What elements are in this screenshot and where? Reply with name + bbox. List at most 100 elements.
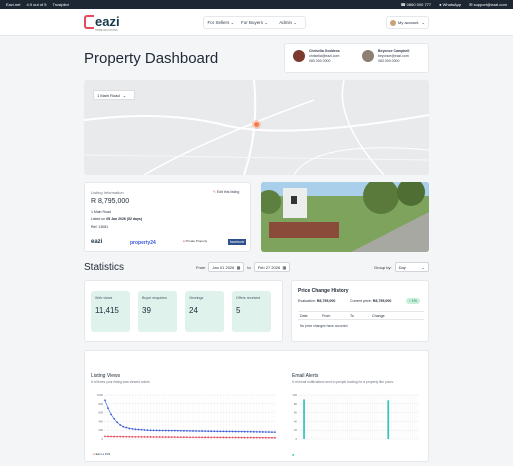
avatar — [390, 19, 396, 26]
data-point — [134, 428, 137, 431]
kpi-offers: Offers received 5 — [232, 291, 271, 332]
chevron-down-icon: ⌄ — [122, 92, 127, 98]
data-point — [152, 436, 155, 438]
data-point — [234, 430, 237, 433]
page-title: Property Dashboard — [84, 50, 219, 67]
agent-2[interactable]: Beyonce Campbell beyonce@eazi.com 083 000 … — [362, 49, 409, 64]
listed-on: Listed on 05 Jan 2026 (52 days) — [91, 217, 143, 221]
trustpilot-link[interactable]: Trustpilot — [52, 2, 68, 7]
legend-eazi-icon: ● — [93, 452, 95, 456]
y-tick-label: 400 — [98, 419, 103, 423]
data-point — [113, 417, 116, 420]
portal-eazi[interactable]: eazi — [91, 239, 102, 245]
eazi-logo[interactable]: eazi HOME SOLUTIONS — [84, 15, 120, 32]
data-point — [186, 429, 188, 432]
logo-subtext: HOME SOLUTIONS — [95, 29, 118, 32]
data-point — [216, 436, 219, 439]
kpi-viewings: Viewings 24 — [185, 291, 224, 332]
data-point — [158, 436, 161, 438]
data-point — [216, 430, 219, 433]
data-point — [192, 436, 194, 439]
bar — [303, 399, 305, 439]
whatsapp-text: WhatsApp — [442, 2, 462, 7]
data-point — [249, 436, 252, 439]
data-point — [131, 435, 134, 438]
data-point — [179, 429, 182, 432]
phone-text: 0860 000 777 — [406, 2, 432, 7]
data-point — [258, 431, 261, 433]
data-point — [167, 429, 170, 432]
data-point — [243, 436, 246, 439]
data-point — [252, 430, 255, 433]
agents-card: Chrisella Goddess chrisella@eazi.com 083 0… — [284, 43, 429, 73]
agent-photo — [362, 50, 374, 62]
data-point — [198, 430, 201, 432]
data-point — [249, 430, 252, 433]
data-point — [170, 436, 173, 439]
data-point — [116, 435, 119, 438]
data-point — [237, 430, 240, 433]
data-point — [274, 436, 276, 439]
data-point — [246, 436, 249, 439]
agent-1[interactable]: Chrisella Goddess chrisella@eazi.com 083 0… — [293, 49, 340, 64]
map-roads — [84, 80, 429, 175]
data-point — [146, 436, 149, 438]
brand-text: Eazi.net — [6, 2, 21, 7]
data-point — [255, 430, 258, 433]
data-point — [207, 430, 210, 433]
whatsapp-link[interactable]: ● WhatsApp — [439, 2, 461, 7]
data-point — [231, 436, 234, 439]
portal-facebook[interactable]: facebook — [228, 239, 247, 245]
data-point — [110, 435, 112, 438]
admin-menu[interactable]: Admin ⌄ — [271, 20, 305, 26]
edit-listing-link[interactable]: ✎ Edit this listing — [213, 190, 239, 194]
y-tick-label: 60 — [294, 411, 298, 415]
y-tick-label: 200 — [98, 428, 103, 432]
for-buyers-menu[interactable]: For Buyers ⌄ — [238, 20, 272, 26]
data-point — [228, 436, 231, 439]
data-point — [116, 421, 119, 424]
data-point — [271, 436, 273, 439]
data-point — [110, 413, 112, 416]
group-by: Group by: Day ⌄ — [374, 262, 429, 272]
data-point — [213, 430, 216, 433]
listing-views-title: Listing Views — [91, 373, 121, 379]
y-tick-label: 600 — [98, 411, 103, 415]
kpi-buyer-enquiries: Buyer enquiries 39 — [138, 291, 177, 332]
data-point — [155, 436, 158, 438]
data-point — [252, 436, 255, 439]
nav-menu: For Sellers ⌄ For Buyers ⌄ Admin ⌄ — [203, 16, 306, 29]
email-text: support@eazi.com — [473, 2, 507, 7]
chevron-down-icon: ⌄ — [421, 264, 425, 270]
portal-private-property[interactable]: ● Private Property — [183, 239, 207, 243]
data-point — [170, 429, 173, 432]
data-point — [264, 436, 267, 439]
data-point — [243, 430, 246, 433]
listing-heading: Listing Information — [91, 190, 124, 195]
agent-phone: 083 000 0000 — [378, 59, 400, 63]
data-point — [261, 436, 264, 439]
data-point — [143, 435, 146, 438]
portal-property24[interactable]: property24 — [130, 240, 156, 246]
data-point — [122, 435, 125, 438]
data-point — [104, 399, 106, 402]
property-map[interactable] — [84, 80, 429, 175]
my-account-button[interactable]: My account ⌄ — [386, 16, 429, 29]
charts-card: Listing Views # of times your listing wa… — [84, 350, 429, 462]
email-link[interactable]: ✉ support@eazi.com — [469, 2, 507, 7]
from-date-input[interactable]: Jan 01 2026 ▦ — [208, 262, 245, 272]
data-point — [167, 436, 170, 438]
phone-link[interactable]: ☎ 0860 000 777 — [401, 2, 432, 7]
edit-icon: ✎ — [213, 190, 216, 194]
data-point — [268, 431, 270, 433]
legend-p24-icon: ● — [102, 452, 105, 456]
data-point — [137, 428, 140, 431]
data-point — [201, 436, 204, 439]
group-by-select[interactable]: Day ⌄ — [394, 262, 429, 272]
for-sellers-menu[interactable]: For Sellers ⌄ — [204, 20, 238, 26]
price-change-badge: ↑ 1% — [406, 298, 420, 304]
data-point — [210, 430, 213, 433]
data-point — [107, 407, 109, 410]
to-date-input[interactable]: Feb 27 2026 ▦ — [253, 262, 291, 272]
main-nav: eazi HOME SOLUTIONS For Sellers ⌄ For Bu… — [0, 9, 513, 36]
